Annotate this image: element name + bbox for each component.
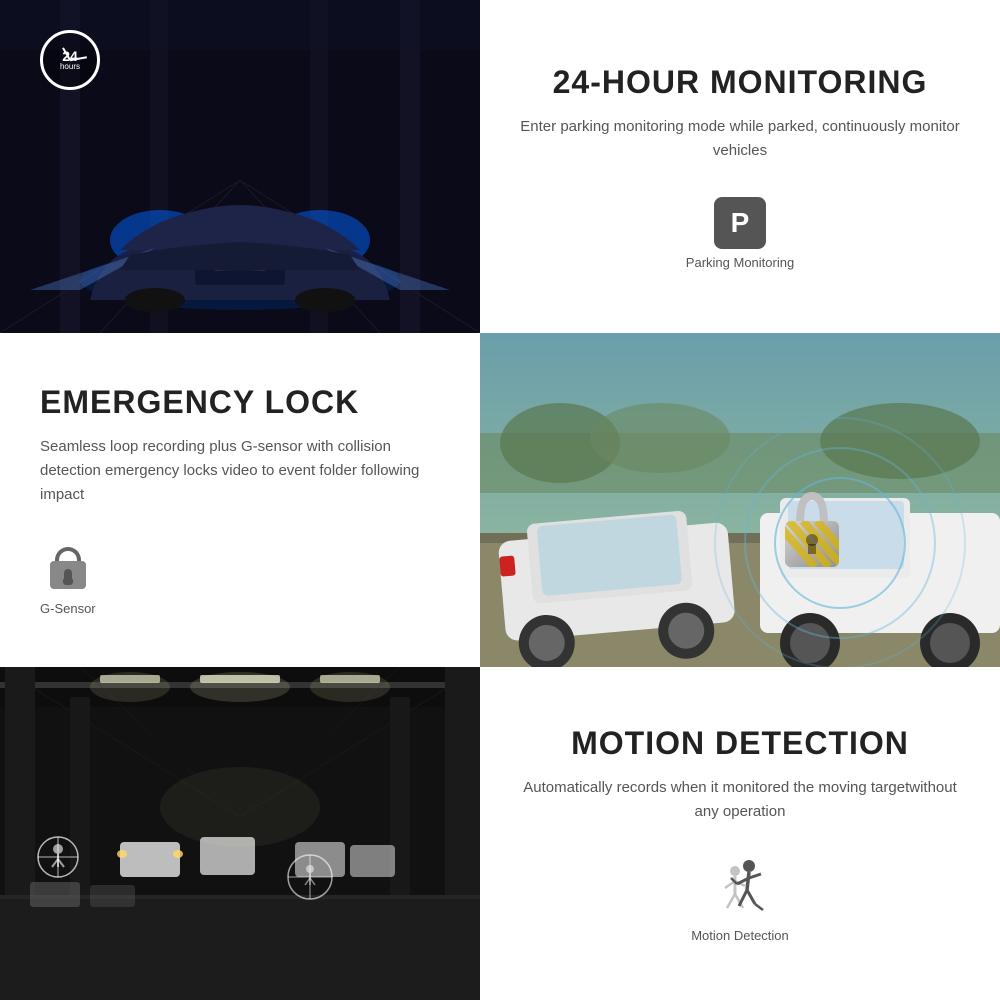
monitoring-title: 24-HOUR MONITORING <box>553 64 928 101</box>
mid-right-image <box>480 333 1000 667</box>
motion-figure-icon <box>705 858 775 922</box>
gsensor-icon-area: G-Sensor <box>40 547 96 616</box>
parking-p-icon: P <box>714 197 766 249</box>
parking-letter: P <box>731 207 750 239</box>
bottom-right-text: MOTION DETECTION Automatically records w… <box>480 667 1000 1000</box>
clock-number: 24 <box>62 49 78 63</box>
gsensor-icon-label: G-Sensor <box>40 601 96 616</box>
clock-badge: 24 hours <box>40 30 100 90</box>
motion-title: MOTION DETECTION <box>571 725 909 762</box>
bottom-left-image <box>0 667 480 1000</box>
parking-icon-area: P Parking Monitoring <box>686 197 794 270</box>
motion-icon-label: Motion Detection <box>691 928 789 943</box>
emergency-description: Seamless loop recording plus G-sensor wi… <box>40 435 440 507</box>
clock-circle: 24 hours <box>40 30 100 90</box>
emergency-title: EMERGENCY LOCK <box>40 384 359 421</box>
top-right-text: 24-HOUR MONITORING Enter parking monitor… <box>480 0 1000 333</box>
clock-hours-label: hours <box>60 63 80 71</box>
lock-keyhole <box>64 569 72 581</box>
mid-left-text: EMERGENCY LOCK Seamless loop recording p… <box>0 333 480 667</box>
motion-icon-area: Motion Detection <box>691 858 789 943</box>
main-grid: 24 hours 24-HOUR MONITORING Enter parkin… <box>0 0 1000 1000</box>
monitoring-description: Enter parking monitoring mode while park… <box>520 115 960 163</box>
top-left-image: 24 hours <box>0 0 480 333</box>
motion-description: Automatically records when it monitored … <box>520 776 960 824</box>
lock-icon <box>46 547 90 595</box>
parking-icon-label: Parking Monitoring <box>686 255 794 270</box>
lock-body <box>50 561 86 589</box>
